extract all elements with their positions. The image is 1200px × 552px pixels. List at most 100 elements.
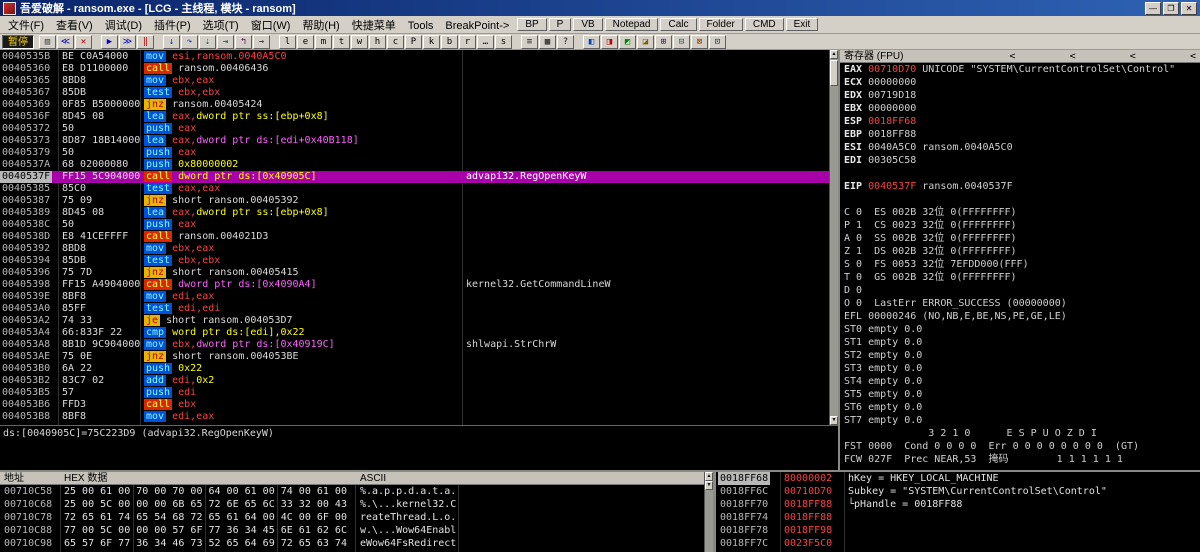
disasm-row[interactable]: 004053B0 6A 22 push 0x22 [0,363,829,375]
register-row[interactable]: S 0 FS 0053 32位 7EFDD000(FFF) [840,258,1200,271]
disasm-row[interactable]: 00405396 75 7D jnz short ransom.00405415 [0,267,829,279]
breakpoints-button[interactable]: b [441,34,458,49]
disasm-row[interactable]: 004053B6 FFD3 call ebx [0,399,829,411]
disasm-row[interactable]: 004053B5 57 push edi [0,387,829,399]
register-row[interactable]: ST0 empty 0.0 [840,323,1200,336]
help-icon[interactable]: ? [557,34,574,49]
maximize-button[interactable]: ❐ [1163,1,1179,15]
menu-item[interactable]: 查看(V) [50,19,99,33]
executables-button[interactable]: e [297,34,314,49]
run-trace-button[interactable]: … [477,34,494,49]
register-row[interactable]: ESI 0040A5C0 ransom.0040A5C0 [840,141,1200,154]
disasm-row[interactable]: 004053B2 83C7 02 add edi,0x2 [0,375,829,387]
register-row[interactable]: ST7 empty 0.0 [840,414,1200,427]
call-stack-button[interactable]: k [423,34,440,49]
menu-item[interactable]: 调试(D) [99,19,148,33]
minimize-button[interactable]: — [1145,1,1161,15]
pause-icon[interactable]: ‖ [137,34,154,49]
run-icon[interactable]: ▶ [101,34,118,49]
menu-item[interactable]: 帮助(H) [296,19,345,33]
plugin-icon-5[interactable]: ⊞ [655,34,672,49]
register-row[interactable]: EIP 0040537F ransom.0040537F [840,180,1200,193]
execute-till-return-icon[interactable]: ↰ [235,34,252,49]
disasm-row[interactable]: 00405389 8D45 08 lea eax,dword ptr ss:[ebp… [0,207,829,219]
close-program-icon[interactable]: ✕ [75,34,92,49]
options-icon[interactable]: ≡ [521,34,538,49]
patches-button[interactable]: P [405,34,422,49]
register-row[interactable]: EAX 00710D70 UNICODE "SYSTEM\CurrentCont… [840,63,1200,76]
disasm-row[interactable]: 00405360 E8 D1100000 call ransom.00406436 [0,63,829,75]
disasm-row[interactable]: 004053B8 8BF8 mov edi,eax [0,411,829,423]
disasm-row[interactable]: 00405365 8BD8 mov ebx,eax [0,75,829,87]
menu-button-calc[interactable]: Calc [660,18,697,31]
stack-row[interactable]: 0018FF6C 00710D70 Subkey = "SYSTEM\Current… [716,485,1200,498]
menu-item[interactable]: 快捷菜单 [346,19,402,33]
menu-button-cmd[interactable]: CMD [744,18,784,31]
menu-button-exit[interactable]: Exit [785,18,819,31]
scroll-thumb[interactable] [830,60,838,86]
register-row[interactable]: EDI 00305C58 [840,154,1200,167]
source-button[interactable]: s [495,34,512,49]
disasm-row[interactable]: 00405369 0F85 B5000000 jnz ransom.00405424 [0,99,829,111]
close-button[interactable]: ✕ [1181,1,1197,15]
register-row[interactable]: ST4 empty 0.0 [840,375,1200,388]
register-row[interactable]: FCW 027F Prec NEAR,53 掩码 1 1 1 1 1 1 [840,453,1200,466]
disasm-row[interactable]: 004053A4 66:833F 22 cmp word ptr ds:[edi],… [0,327,829,339]
disasm-row[interactable]: 0040538D E8 41CEFFFF call ransom.004021D3 [0,231,829,243]
stack-row[interactable]: 0018FF7C 0023F5C0 [716,537,1200,550]
plugin-icon-8[interactable]: ⊡ [709,34,726,49]
menu-button-vb[interactable]: VB [573,18,603,31]
threads-button[interactable]: t [333,34,350,49]
menu-item[interactable]: 文件(F) [2,19,50,33]
open-file-icon[interactable]: ▨ [39,34,56,49]
menu-item[interactable]: BreakPoint-> [439,19,515,33]
goto-icon[interactable]: → [253,34,270,49]
dump-row[interactable]: 00710C88 77 00 5C 00 00 00 57 6F 77 36 34… [0,524,713,537]
disasm-row[interactable]: 0040536F 8D45 08 lea eax,dword ptr ss:[ebp… [0,111,829,123]
scroll-up-icon[interactable]: ▲ [705,472,713,481]
register-row[interactable]: ESP 0018FF68 [840,115,1200,128]
disasm-row[interactable]: 00405385 85C0 test eax,eax [0,183,829,195]
register-row[interactable]: EFL 00000246 (NO,NB,E,BE,NS,PE,GE,LE) [840,310,1200,323]
windows-button[interactable]: w [351,34,368,49]
references-button[interactable]: r [459,34,476,49]
menu-button-p[interactable]: P [548,18,572,31]
disasm-row[interactable]: 00405394 85DB test ebx,ebx [0,255,829,267]
step-into-icon[interactable]: ↓ [163,34,180,49]
animate-icon[interactable]: ≫ [119,34,136,49]
menu-item[interactable]: 选项(T) [197,19,245,33]
disasm-row[interactable]: 004053A0 85FF test edi,edi [0,303,829,315]
disasm-scrollbar[interactable]: ▲ ▼ [829,50,838,425]
plugin-icon-4[interactable]: ◪ [637,34,654,49]
menu-button-notepad[interactable]: Notepad [604,18,659,31]
disasm-row[interactable]: 004053A2 74 33 je short ransom.004053D7 [0,315,829,327]
register-row[interactable]: ST2 empty 0.0 [840,349,1200,362]
disasm-row[interactable]: 004053A8 8B1D 9C904000 mov ebx,dword ptr d… [0,339,829,351]
cpu-button[interactable]: c [387,34,404,49]
dump-row[interactable]: 00710C98 65 57 6F 77 36 34 46 73 52 65 64… [0,537,713,550]
register-row[interactable]: T 0 GS 002B 32位 0(FFFFFFFF) [840,271,1200,284]
menu-item[interactable]: Tools [402,19,440,33]
register-row[interactable]: ST3 empty 0.0 [840,362,1200,375]
register-row[interactable]: D 0 [840,284,1200,297]
log-window-button[interactable]: l [279,34,296,49]
register-row[interactable]: ECX 00000000 [840,76,1200,89]
register-row[interactable]: FST 0000 Cond 0 0 0 0 Err 0 0 0 0 0 0 0 … [840,440,1200,453]
dump-row[interactable]: 00710C68 25 00 5C 00 00 00 6B 65 72 6E 65… [0,498,713,511]
plugin-icon-3[interactable]: ◩ [619,34,636,49]
register-row[interactable]: ST5 empty 0.0 [840,388,1200,401]
disasm-row[interactable]: 00405367 85DB test ebx,ebx [0,87,829,99]
menu-button-bp[interactable]: BP [517,18,547,31]
scroll-up-icon[interactable]: ▲ [830,50,838,59]
registers-mode-arrows[interactable]: < < < < [1009,50,1196,62]
plugin-icon-7[interactable]: ⊠ [691,34,708,49]
plugin-icon-2[interactable]: ◨ [601,34,618,49]
register-row[interactable]: ST1 empty 0.0 [840,336,1200,349]
register-row[interactable] [840,167,1200,180]
trace-into-icon[interactable]: ⇣ [199,34,216,49]
handles-button[interactable]: h [369,34,386,49]
disasm-row[interactable]: 0040538C 50 push eax [0,219,829,231]
register-row[interactable]: 3 2 1 0 E S P U O Z D I [840,427,1200,440]
stack-row[interactable]: 0018FF68 80000002 hKey = HKEY_LOCAL_MACHIN… [716,472,1200,485]
trace-over-icon[interactable]: ⇥ [217,34,234,49]
